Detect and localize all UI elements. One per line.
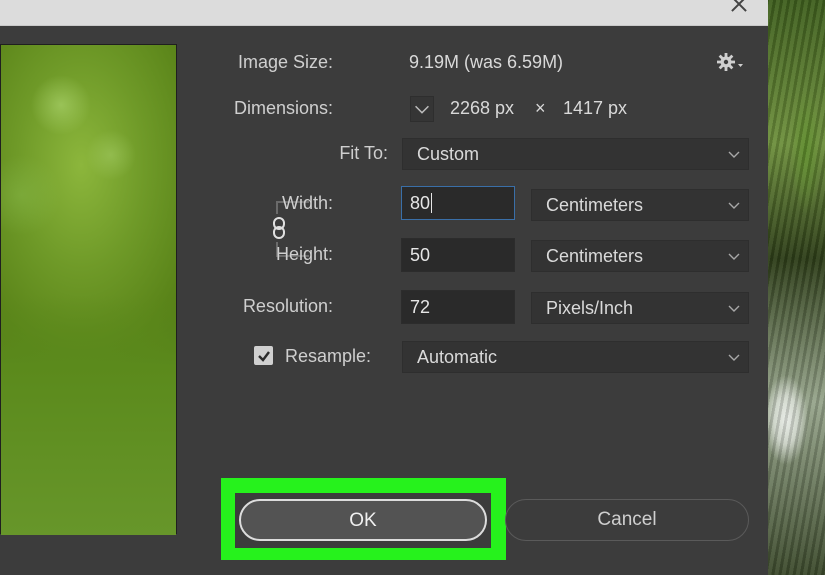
- chain-link-icon[interactable]: [268, 214, 290, 242]
- chevron-down-icon: [415, 105, 429, 114]
- dimensions-height-value: 1417 px: [563, 98, 628, 118]
- height-value: 50: [410, 245, 431, 265]
- dimensions-label: Dimensions:: [233, 98, 333, 118]
- image-size-label: Image Size:: [237, 52, 333, 72]
- checkmark-icon: [257, 350, 270, 362]
- image-preview: [0, 44, 177, 535]
- height-unit-select[interactable]: Centimeters: [531, 240, 749, 272]
- background-photo: [766, 0, 825, 575]
- width-label: Width:: [281, 193, 333, 213]
- chevron-down-icon: [728, 151, 740, 158]
- width-value: 80: [410, 193, 431, 213]
- dimensions-times: ×: [535, 98, 546, 118]
- resample-label: Resample:: [285, 346, 372, 366]
- resample-checkbox[interactable]: [254, 346, 273, 365]
- height-label: Height:: [275, 244, 333, 264]
- height-unit-value: Centimeters: [546, 246, 644, 266]
- resolution-label: Resolution:: [242, 296, 333, 316]
- ok-button[interactable]: OK: [239, 499, 487, 541]
- image-size-value: 9.19M (was 6.59M): [409, 52, 564, 72]
- width-unit-value: Centimeters: [546, 195, 644, 215]
- chevron-down-icon: [728, 253, 740, 260]
- fit-to-select[interactable]: Custom: [402, 138, 749, 170]
- resolution-unit-select[interactable]: Pixels/Inch: [531, 292, 749, 324]
- chevron-down-icon: [728, 305, 740, 312]
- width-input[interactable]: 80: [401, 186, 515, 220]
- dialog-titlebar: [0, 0, 768, 26]
- preview-lower-area: [1, 295, 176, 535]
- fit-to-value: Custom: [417, 144, 480, 164]
- dimensions-units-toggle[interactable]: [410, 96, 434, 122]
- gear-icon[interactable]: [716, 51, 744, 73]
- resample-select[interactable]: Automatic: [402, 341, 749, 373]
- image-size-dialog: Image Size: 9.19M (was 6.59M) Dimensions…: [0, 0, 768, 575]
- dimensions-width-value: 2268 px: [450, 98, 515, 118]
- resolution-unit-value: Pixels/Inch: [546, 298, 634, 318]
- text-caret: [431, 193, 433, 213]
- fit-to-label: Fit To:: [339, 143, 388, 163]
- height-input[interactable]: 50: [401, 238, 515, 272]
- resolution-input[interactable]: 72: [401, 290, 515, 324]
- resolution-value: 72: [410, 297, 431, 317]
- width-unit-select[interactable]: Centimeters: [531, 189, 749, 221]
- resample-value: Automatic: [417, 347, 498, 367]
- chevron-down-icon: [728, 354, 740, 361]
- chevron-down-icon: [728, 202, 740, 209]
- cancel-button[interactable]: Cancel: [505, 499, 749, 541]
- close-icon[interactable]: [728, 0, 750, 16]
